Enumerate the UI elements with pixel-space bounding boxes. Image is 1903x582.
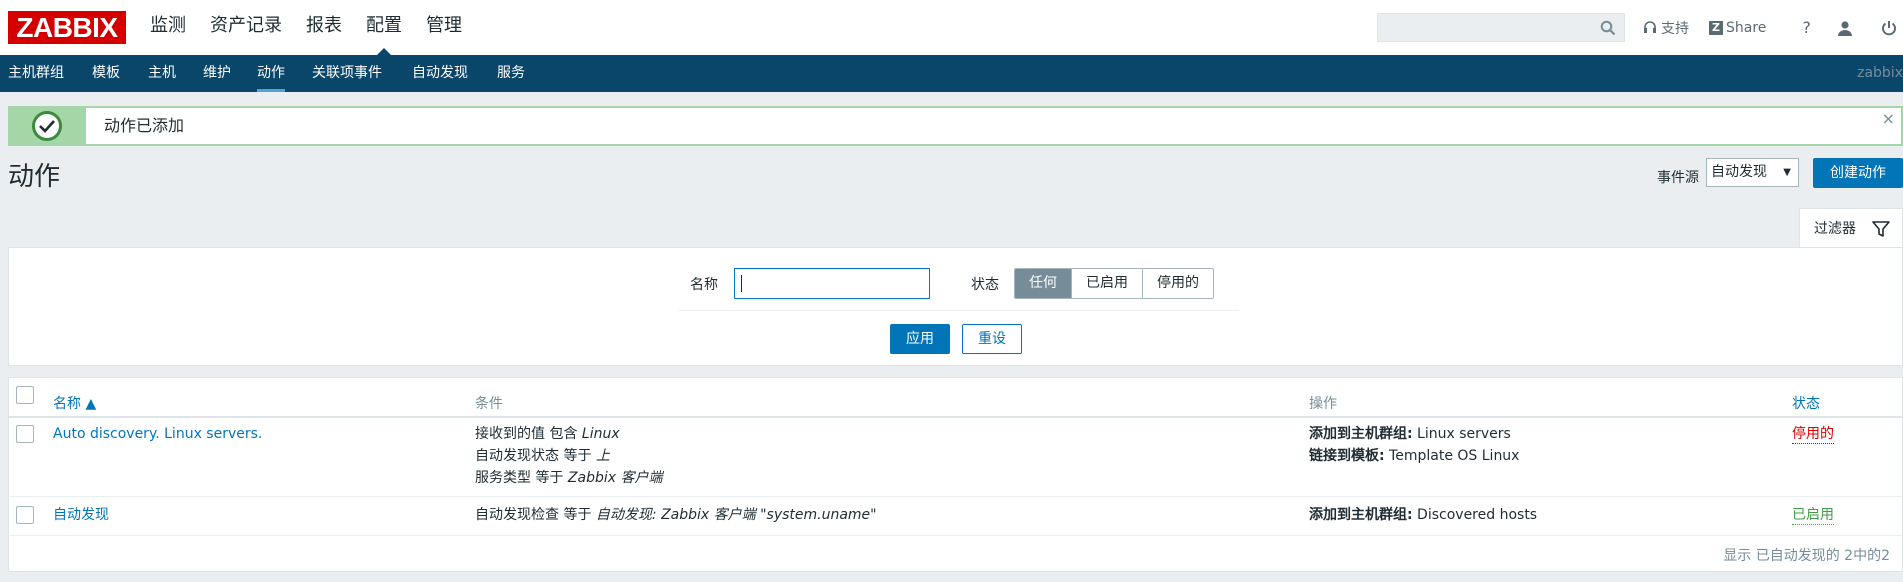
support-label: 支持 [1661, 20, 1689, 37]
filter-divider [679, 310, 1239, 311]
check-circle-icon [32, 111, 62, 141]
search-icon[interactable] [1600, 20, 1616, 36]
dropdown-arrow-icon: ▼ [1783, 167, 1791, 178]
status-badge-enabled[interactable]: 已启用 [1792, 506, 1834, 525]
operation-line: 添加到主机群组: Linux servers [1309, 426, 1511, 442]
text-cursor [741, 275, 742, 292]
row-checkbox[interactable] [16, 425, 34, 443]
subnav-maintenance[interactable]: 维护 [203, 55, 231, 91]
filter-tab-label: 过滤器 [1814, 221, 1856, 237]
row-operations: 添加到主机群组: Discovered hosts [1309, 504, 1537, 526]
condition-line: 服务类型 等于 Zabbix 客户端 [475, 470, 663, 486]
close-icon[interactable]: × [1882, 110, 1895, 128]
global-search-input[interactable] [1377, 13, 1625, 42]
filter-status-label: 状态 [971, 277, 999, 293]
filter-status-radio-group: 任何 已启用 停用的 [1014, 268, 1214, 299]
column-header-name[interactable]: 名称 ▲ [53, 393, 96, 413]
status-option-enabled[interactable]: 已启用 [1071, 269, 1142, 298]
header-divider [9, 416, 1902, 418]
subnav-event-correlation[interactable]: 关联项事件 [312, 55, 382, 91]
sign-out-icon[interactable] [1881, 20, 1901, 36]
subnav-hosts[interactable]: 主机 [148, 55, 176, 91]
success-message: 动作已添加 × [8, 106, 1903, 146]
event-source-value: 自动发现 [1711, 164, 1767, 180]
success-message-text: 动作已添加 [104, 116, 185, 135]
page-title: 动作 [8, 162, 61, 192]
status-badge-disabled[interactable]: 停用的 [1792, 425, 1834, 444]
condition-line: 自动发现状态 等于 上 [475, 448, 610, 464]
main-nav-administration[interactable]: 管理 [426, 0, 462, 55]
table-footer-count: 显示 已自动发现的 2中的2 [1723, 548, 1890, 564]
event-source-label: 事件源 [1657, 170, 1699, 186]
row-status: 停用的 [1792, 423, 1834, 445]
row-operations: 添加到主机群组: Linux servers 链接到模板: Template O… [1309, 423, 1519, 467]
row-checkbox[interactable] [16, 506, 34, 524]
zabbix-share-icon: Z [1709, 20, 1723, 35]
create-action-button[interactable]: 创建动作 [1813, 158, 1903, 188]
row-conditions: 自动发现检查 等于 自动发现: Zabbix 客户端 "system.uname… [475, 504, 877, 526]
user-profile-icon[interactable] [1837, 20, 1857, 36]
condition-line: 自动发现检查 等于 自动发现: Zabbix 客户端 "system.uname… [475, 507, 877, 523]
column-header-operations: 操作 [1309, 396, 1337, 412]
row-status: 已启用 [1792, 504, 1834, 526]
actions-table: 名称 ▲ 条件 操作 状态 Auto discovery. Linux serv… [8, 377, 1903, 572]
subnav-templates[interactable]: 模板 [92, 55, 120, 91]
filter-name-label: 名称 [690, 277, 718, 293]
subnav-discovery[interactable]: 自动发现 [412, 55, 468, 91]
operation-line: 添加到主机群组: Discovered hosts [1309, 507, 1538, 523]
status-option-any[interactable]: 任何 [1015, 269, 1071, 298]
share-label: Share [1726, 19, 1767, 36]
main-nav-monitoring[interactable]: 监测 [150, 0, 186, 55]
subnav-actions[interactable]: 动作 [257, 55, 285, 92]
sub-nav: 主机群组 模板 主机 维护 动作 关联项事件 自动发现 服务 zabbix [0, 55, 1903, 92]
event-source-select[interactable]: 自动发现 ▼ [1706, 158, 1799, 187]
support-link[interactable]: 支持 [1643, 18, 1689, 38]
header-utilities: 支持 Z Share ? [1643, 0, 1903, 55]
table-row: 自动发现 [53, 504, 109, 526]
status-option-disabled[interactable]: 停用的 [1142, 269, 1213, 298]
filter-tab[interactable]: 过滤器 [1799, 208, 1903, 248]
share-link[interactable]: Z Share [1709, 20, 1766, 36]
action-name-link[interactable]: Auto discovery. Linux servers. [53, 426, 262, 442]
filter-icon [1872, 221, 1890, 237]
main-nav-configuration[interactable]: 配置 [366, 0, 402, 56]
condition-line: 接收到的值 包含 Linux [475, 426, 620, 442]
main-nav-reports[interactable]: 报表 [306, 0, 342, 55]
filter-panel: 名称 状态 任何 已启用 停用的 应用 重设 [8, 247, 1903, 366]
success-icon-box [10, 108, 86, 144]
operation-line: 链接到模板: Template OS Linux [1309, 448, 1520, 464]
main-nav-inventory[interactable]: 资产记录 [210, 0, 282, 55]
current-user: zabbix [1857, 65, 1903, 81]
action-name-link[interactable]: 自动发现 [53, 507, 109, 523]
filter-apply-button[interactable]: 应用 [890, 324, 950, 354]
filter-name-input[interactable] [734, 268, 930, 299]
row-conditions: 接收到的值 包含 Linux 自动发现状态 等于 上 服务类型 等于 Zabbi… [475, 423, 662, 489]
subnav-host-groups[interactable]: 主机群组 [8, 55, 64, 91]
row-divider [9, 535, 1902, 536]
top-header: ZABBIX 监测 资产记录 报表 配置 管理 支持 Z Share ? [0, 0, 1903, 56]
select-all-checkbox[interactable] [16, 386, 34, 404]
row-divider [9, 496, 1902, 497]
column-header-conditions: 条件 [475, 396, 503, 412]
column-header-status[interactable]: 状态 [1792, 393, 1820, 413]
headset-icon [1644, 20, 1656, 33]
table-row: Auto discovery. Linux servers. [53, 423, 262, 445]
filter-reset-button[interactable]: 重设 [962, 324, 1022, 354]
help-icon[interactable]: ? [1802, 18, 1811, 37]
subnav-services[interactable]: 服务 [497, 55, 525, 91]
zabbix-logo[interactable]: ZABBIX [8, 11, 126, 44]
main-nav: 监测 资产记录 报表 配置 管理 [150, 0, 486, 56]
